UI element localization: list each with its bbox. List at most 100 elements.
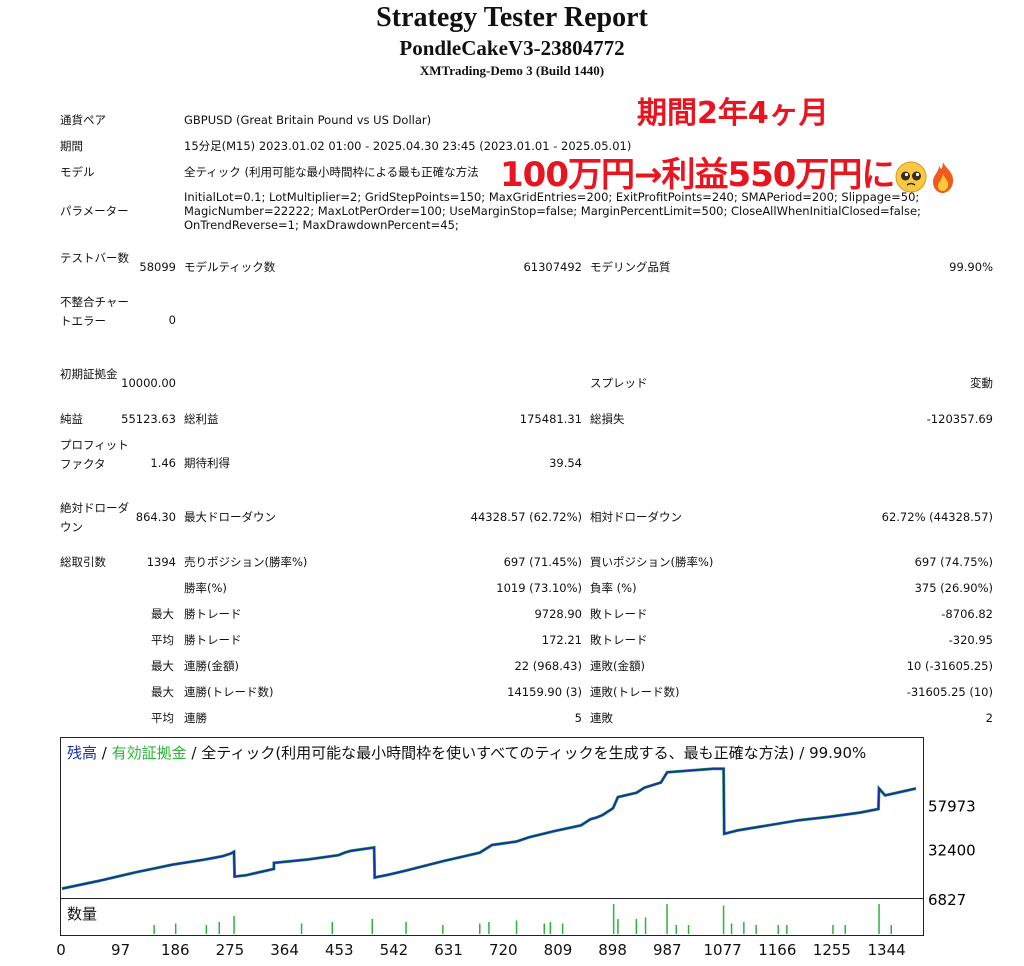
volume-bar	[405, 922, 407, 934]
report-title: Strategy Tester Report	[376, 2, 648, 33]
y-axis: 57973 32400 6827	[928, 798, 976, 910]
abs-dd-value: 864.30	[135, 510, 176, 524]
trades-label: 総取引数	[60, 555, 106, 569]
x-tick-label: 1166	[758, 941, 796, 959]
max-cons-lossamt-label: 連敗(トレード数)	[590, 685, 680, 699]
avg-cons-win-label: 連勝	[184, 711, 207, 725]
gross-profit-value: 175481.31	[519, 412, 582, 426]
volume-bar	[549, 922, 552, 934]
period-label: 期間	[60, 139, 83, 153]
legend-equity: 有効証拠金	[112, 744, 187, 762]
gross-loss-label: 総損失	[590, 412, 625, 426]
x-tick-label: 1077	[704, 941, 742, 959]
bars-label: テストバー数	[60, 251, 129, 265]
legend-balance: 残高	[67, 744, 97, 762]
expected-value: 39.54	[549, 456, 582, 470]
equity-line	[61, 767, 917, 891]
ticks-label: モデルティック数	[184, 260, 276, 274]
trades-value: 1394	[146, 555, 176, 569]
x-tick-label: 542	[380, 941, 409, 959]
largest-loss-value: -8706.82	[941, 607, 993, 621]
legend-sep: /	[97, 744, 112, 762]
volume-bar	[832, 925, 834, 934]
largest-label-2: 最大	[151, 659, 174, 673]
volume-bar	[174, 923, 177, 934]
volume-bar	[687, 925, 690, 934]
balance-chart: 残高 / 有効証拠金 / 全ティック(利用可能な最小時間枠を使いすべてのティック…	[60, 737, 924, 899]
model-value: 全ティック (利用可能な最小時間枠による最も正確な方法	[184, 165, 479, 179]
bars-value: 58099	[139, 260, 176, 274]
average-label-2: 平均	[151, 711, 174, 725]
short-value: 697 (71.45%)	[503, 555, 582, 569]
expected-label: 期待利得	[184, 456, 230, 470]
pf-label: プロフィットファクタ	[60, 438, 129, 471]
win-label: 勝率(%)	[184, 581, 227, 595]
fire-icon	[933, 161, 954, 193]
x-tick-label: 720	[489, 941, 518, 959]
volume-bar	[777, 925, 779, 934]
avg-loss-value: -320.95	[948, 633, 993, 647]
balance-line	[61, 767, 917, 890]
legend-rest: / 全ティック(利用可能な最小時間枠を使いすべてのティックを生成する、最も正確な…	[187, 744, 867, 762]
loss-value: 375 (26.90%)	[914, 581, 993, 595]
quality-label: モデリング品質	[590, 260, 671, 274]
volume-bar	[666, 904, 668, 934]
x-tick-label: 364	[270, 941, 299, 959]
spread-label: スプレッド	[590, 376, 648, 390]
loss-label: 負率 (%)	[590, 581, 637, 595]
average-label: 平均	[151, 633, 174, 647]
ticks-value: 61307492	[523, 260, 582, 274]
avg-cons-win-value: 5	[574, 711, 582, 725]
abs-dd-label: 絶対ドローダウン	[60, 501, 129, 534]
period-annotation: 期間2年4ヶ月	[637, 96, 829, 131]
volume-bar	[644, 917, 647, 934]
rel-dd-label: 相対ドローダウン	[590, 510, 682, 524]
x-tick-label: 1255	[813, 941, 851, 959]
volume-bar	[844, 925, 846, 934]
y-tick-label: 32400	[928, 841, 976, 859]
balance-series	[61, 767, 917, 891]
avg-win-value: 172.21	[541, 633, 582, 647]
expert-name: PondleCakeV3-23804772	[399, 36, 625, 60]
volume-bar	[205, 925, 208, 934]
avg-cons-loss-value: 2	[985, 711, 993, 725]
largest-win-value: 9728.90	[534, 607, 582, 621]
deposit-value: 10000.00	[121, 376, 176, 390]
volume-bar	[722, 905, 725, 934]
max-cons-win-value: 22 (968.43)	[514, 659, 582, 673]
volume-bar	[488, 922, 490, 934]
model-label: モデル	[60, 165, 95, 179]
volume-bar	[755, 925, 757, 934]
x-tick-label: 0	[56, 941, 66, 959]
x-tick-label: 1344	[868, 941, 906, 959]
long-value: 697 (74.75%)	[914, 555, 993, 569]
symbol-label: 通貨ペア	[60, 113, 106, 127]
volume-bar	[730, 923, 733, 934]
max-cons-lossamt-value: -31605.25 (10)	[906, 685, 993, 699]
volume-bar	[442, 925, 444, 934]
volume-bar	[153, 925, 155, 934]
volume-bar	[233, 916, 235, 934]
balance-chart-svg: 残高 / 有効証拠金 / 全ティック(利用可能な最小時間枠を使いすべてのティック…	[61, 744, 917, 891]
profit-annotation: 100万円→利益550万円に	[500, 147, 958, 196]
short-label: 売りポジション(勝率%)	[184, 555, 308, 569]
y-tick-label: 6827	[928, 891, 966, 909]
largest-label-3: 最大	[151, 685, 174, 699]
spread-value: 変動	[970, 376, 993, 390]
volume-bar	[543, 923, 545, 934]
max-cons-profit-label: 連勝(トレード数)	[184, 685, 274, 699]
y-tick-label: 57973	[928, 798, 976, 816]
pf-value: 1.46	[150, 456, 176, 470]
volume-bar	[635, 919, 638, 934]
x-axis: 0 97 186 275 364 453 542 631 720 809 898 987 1077 116…	[56, 941, 906, 959]
volume-bar	[890, 925, 892, 934]
x-tick-label: 275	[216, 941, 245, 959]
max-cons-loss-label: 連敗(金額)	[590, 659, 645, 673]
win-value: 1019 (73.10%)	[496, 581, 582, 595]
max-dd-label: 最大ドローダウン	[184, 510, 276, 524]
x-tick-label: 987	[653, 941, 682, 959]
volume-bar	[675, 925, 677, 934]
mismatch-value: 0	[168, 313, 176, 327]
volume-bar	[878, 904, 880, 934]
volume-chart-svg: 数量	[67, 904, 892, 934]
